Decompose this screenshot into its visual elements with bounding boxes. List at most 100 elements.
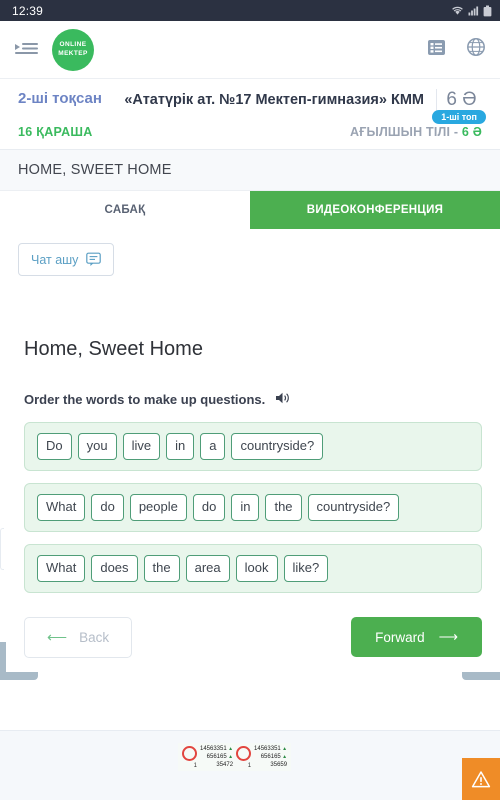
word-chip[interactable]: Do xyxy=(37,433,72,460)
status-icons xyxy=(451,5,492,17)
forward-button-label: Forward xyxy=(375,629,425,645)
counter-values: 14563351 ▲ 656165 ▲ 35472 xyxy=(200,745,233,769)
word-rows-container: Do you live in a countryside? What do people do i… xyxy=(24,422,482,593)
chat-bubble-icon xyxy=(86,252,102,266)
quarter-label: 2-ші тоқсан xyxy=(18,90,102,107)
chat-row: Чат ашу xyxy=(0,229,500,276)
word-chip[interactable]: a xyxy=(200,433,226,460)
word-chip[interactable]: in xyxy=(166,433,195,460)
current-date: 16 ҚАРАША xyxy=(18,125,93,139)
word-row[interactable]: What does the area look like? xyxy=(24,543,482,593)
lesson-title-strip: HOME, SWEET HOME xyxy=(0,150,500,191)
app-root: 12:39 ONLINE MEKTEP 2-ші тоқсан «Ататүрі… xyxy=(0,0,500,800)
tab-bar: САБАҚ ВИДЕОКОНФЕРЕНЦИЯ xyxy=(0,191,500,229)
counter-up-arrow-icon: ▲ xyxy=(280,754,288,761)
counter-left: 1 xyxy=(236,746,252,770)
list-icon-button[interactable] xyxy=(427,38,446,62)
word-chip[interactable]: countryside? xyxy=(307,493,400,521)
logo-line-1: ONLINE xyxy=(59,41,87,49)
counter-widget: 1 14563351 ▲ 656165 ▲ 35472 1 14563351 ▲ 65616… xyxy=(178,743,292,772)
sidebar-toggle-button[interactable] xyxy=(14,39,40,61)
school-header: 2-ші тоқсан «Ататүрік ат. №17 Мектеп-гим… xyxy=(0,79,500,119)
word-chip[interactable]: What xyxy=(37,554,86,582)
battery-icon xyxy=(483,5,492,16)
grade-label: 6 Ә xyxy=(436,89,486,111)
back-button[interactable]: ⟵ Back xyxy=(24,616,133,658)
arrow-left-icon: ⟵ xyxy=(47,628,68,645)
counter-up-arrow-icon: ▲ xyxy=(226,754,234,761)
word-chip[interactable]: the xyxy=(265,493,302,521)
wifi-icon xyxy=(452,6,463,15)
status-bar: 12:39 xyxy=(0,0,500,21)
word-chip[interactable]: area xyxy=(185,554,230,582)
exercise-instruction-text: Order the words to make up questions. xyxy=(24,392,266,407)
counter-values: 14563351 ▲ 656165 ▲ 35659 xyxy=(254,745,287,769)
status-clock: 12:39 xyxy=(12,3,44,18)
speaker-icon xyxy=(276,392,290,404)
word-chip[interactable]: in xyxy=(231,493,260,521)
back-button-label: Back xyxy=(79,629,110,645)
exercise-area: Home, Sweet Home Order the words to make… xyxy=(6,292,500,593)
lesson-nav-buttons: ⟵ Back Forward ⟶ xyxy=(6,593,500,658)
subject-name: АҒЫЛШЫН ТІЛІ - xyxy=(350,125,462,139)
app-logo[interactable]: ONLINE MEKTEP xyxy=(52,28,94,71)
list-icon xyxy=(428,39,445,55)
sidebar-toggle-icon xyxy=(15,42,38,54)
warning-triangle-icon xyxy=(471,770,491,787)
open-chat-button[interactable]: Чат ашу xyxy=(18,243,115,276)
counter-ring-icon xyxy=(236,746,252,762)
counter-value: 35659 xyxy=(270,762,288,769)
warning-button[interactable] xyxy=(462,758,500,800)
counter-value: 656165 ▲ xyxy=(260,754,288,761)
globe-icon xyxy=(467,38,485,56)
signal-icon xyxy=(468,6,479,16)
word-chip[interactable]: countryside? xyxy=(231,433,324,460)
lesson-content-card: Home, Sweet Home Order the words to make… xyxy=(6,292,500,672)
word-chip[interactable]: What xyxy=(37,493,86,521)
counter-left: 1 xyxy=(182,746,197,769)
counter-value: 14563351 ▲ xyxy=(254,746,288,752)
word-chip[interactable]: live xyxy=(122,433,161,460)
subject-grade: 6 Ә xyxy=(461,125,482,139)
top-navbar: ONLINE MEKTEP xyxy=(0,21,500,79)
word-chip[interactable]: people xyxy=(129,493,187,521)
counter-value: 656165 ▲ xyxy=(206,754,234,761)
counter-ring-icon xyxy=(182,746,197,762)
counter-value: 14563351 ▲ xyxy=(200,746,234,752)
counter-up-arrow-icon: ▲ xyxy=(226,746,234,752)
open-chat-label: Чат ашу xyxy=(31,252,79,267)
group-badge: 1-ші топ xyxy=(432,110,486,124)
card-left-edge xyxy=(0,528,4,570)
word-chip[interactable]: does xyxy=(91,554,138,582)
word-row[interactable]: What do people do in the countryside? xyxy=(24,482,482,532)
counter-block: 1 14563351 ▲ 656165 ▲ 35659 xyxy=(236,745,287,769)
logo-line-2: MEKTEP xyxy=(58,49,88,57)
counter-up-arrow-icon: ▲ xyxy=(280,746,288,752)
lesson-strip-title: HOME, SWEET HOME xyxy=(18,162,172,178)
counter-index: 1 xyxy=(193,763,197,770)
word-chip[interactable]: like? xyxy=(283,554,329,582)
word-chip[interactable]: the xyxy=(143,554,180,582)
bottom-bar: 1 14563351 ▲ 656165 ▲ 35472 1 14563351 ▲ 65616… xyxy=(0,730,500,800)
subject-label: АҒЫЛШЫН ТІЛІ - 6 Ә xyxy=(350,125,482,139)
arrow-right-icon: ⟶ xyxy=(438,629,458,645)
play-audio-button[interactable] xyxy=(275,391,290,408)
lesson-card-wrap: Home, Sweet Home Order the words to make… xyxy=(0,292,500,680)
word-row[interactable]: Do you live in a countryside? xyxy=(24,422,482,471)
date-row: 16 ҚАРАША АҒЫЛШЫН ТІЛІ - 6 Ә 1-ші топ xyxy=(0,110,500,150)
tab-sabaq[interactable]: САБАҚ xyxy=(0,191,250,229)
school-name: «Ататүрік ат. №17 Мектеп-гимназия» КММ xyxy=(124,92,424,108)
word-chip[interactable]: you xyxy=(77,433,117,460)
globe-icon-button[interactable] xyxy=(466,37,486,62)
counter-block: 1 14563351 ▲ 656165 ▲ 35472 xyxy=(182,745,233,769)
counter-index: 1 xyxy=(247,763,252,770)
word-chip[interactable]: look xyxy=(235,554,278,582)
word-chip[interactable]: do xyxy=(91,493,124,521)
word-chip[interactable]: do xyxy=(192,493,226,521)
counter-value: 35472 xyxy=(216,762,234,769)
navbar-icons xyxy=(427,37,486,62)
exercise-instruction: Order the words to make up questions. xyxy=(24,391,482,408)
exercise-title: Home, Sweet Home xyxy=(24,338,203,360)
tab-videoconference[interactable]: ВИДЕОКОНФЕРЕНЦИЯ xyxy=(250,191,500,229)
forward-button[interactable]: Forward ⟶ xyxy=(351,617,482,658)
